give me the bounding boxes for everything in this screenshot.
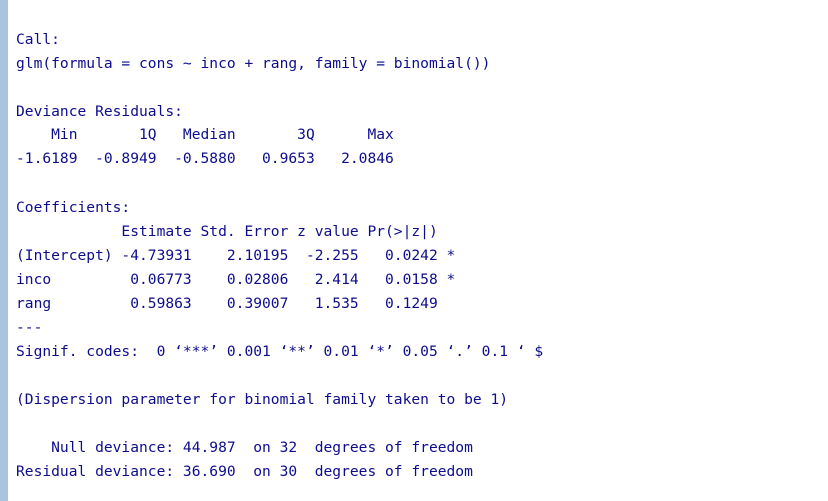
call-label: Call: <box>16 31 60 48</box>
deviance-residuals-values: -1.6189 -0.8949 -0.5880 0.9653 2.0846 <box>16 150 412 167</box>
coefficients-label: Coefficients: <box>16 199 131 216</box>
coefficient-row-rang: rang 0.59863 0.39007 1.535 0.1249 <box>16 295 456 312</box>
null-deviance: Null deviance: 44.987 on 32 degrees of f… <box>16 439 473 456</box>
deviance-residuals-label: Deviance Residuals: <box>16 103 183 120</box>
call-formula: glm(formula = cons ~ inco + rang, family… <box>16 55 491 72</box>
console-left-border <box>0 0 8 501</box>
residual-deviance: Residual deviance: 36.690 on 30 degrees … <box>16 463 473 480</box>
coefficients-header: Estimate Std. Error z value Pr(>|z|) <box>16 223 456 240</box>
separator-dashes: --- <box>16 319 43 336</box>
coefficient-row-intercept: (Intercept) -4.73931 2.10195 -2.255 0.02… <box>16 247 456 264</box>
r-console-output: Call: glm(formula = cons ~ inco + rang, … <box>0 0 828 501</box>
signif-codes: Signif. codes: 0 ‘***’ 0.001 ‘**’ 0.01 ‘… <box>16 343 544 360</box>
coefficient-row-inco: inco 0.06773 0.02806 2.414 0.0158 * <box>16 271 456 288</box>
dispersion-note: (Dispersion parameter for binomial famil… <box>16 391 509 408</box>
deviance-residuals-header: Min 1Q Median 3Q Max <box>16 126 412 143</box>
